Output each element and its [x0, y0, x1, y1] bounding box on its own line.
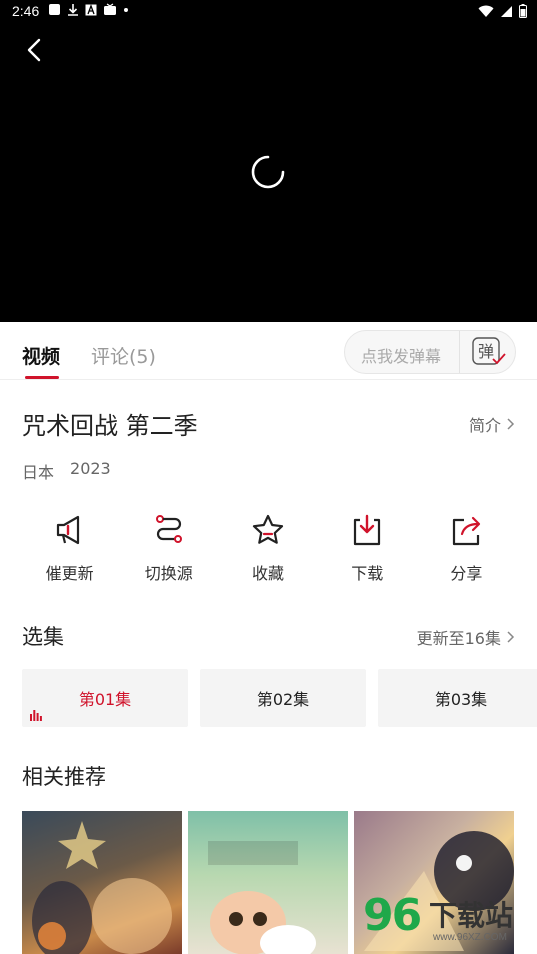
signal-icon [500, 5, 513, 22]
action-label: 催更新 [45, 564, 94, 583]
star-icon [252, 514, 284, 544]
action-label: 切换源 [144, 564, 193, 583]
tv-icon [103, 3, 117, 16]
a-icon [85, 3, 97, 16]
episode-label: 第03集 [434, 690, 488, 709]
episode-item[interactable]: 第01集 [22, 669, 188, 727]
chevron-right-icon [507, 418, 515, 430]
switch-source-icon [155, 515, 182, 543]
battery-icon [519, 4, 527, 22]
dot-icon [123, 7, 129, 13]
danmu-toggle-button[interactable]: 弹 [471, 337, 507, 367]
episode-list: 第01集 第02集 第03集 [22, 669, 537, 727]
watermark-url: www.96XZ.COM [433, 932, 507, 943]
episode-item[interactable]: 第03集 [378, 669, 537, 727]
danmu-input[interactable]: 点我发弹幕 [361, 343, 441, 367]
show-meta: 日本 2023 [22, 459, 111, 483]
update-status: 更新至16集 [416, 629, 501, 648]
show-year: 2023 [70, 459, 111, 478]
intro-label: 简介 [468, 416, 501, 435]
episodes-more-link[interactable]: 更新至16集 [417, 625, 515, 649]
tab-video[interactable]: 视频 [22, 342, 60, 369]
tab-active-indicator [25, 376, 59, 379]
switch-source-button[interactable]: 切换源 [119, 512, 218, 592]
chevron-left-icon [27, 38, 41, 62]
poster-art [208, 841, 316, 954]
recommend-list: 96 下载站 www.96XZ.COM [22, 811, 537, 954]
status-left-icons [48, 3, 129, 16]
share-button[interactable]: 分享 [417, 512, 516, 592]
action-label: 分享 [450, 564, 483, 583]
status-right-icons [478, 4, 527, 22]
spinner-icon [251, 155, 285, 189]
danmu-glyph: 弹 [478, 342, 494, 361]
recommend-poster[interactable] [188, 811, 348, 954]
intro-link[interactable]: 简介 [469, 412, 515, 436]
show-title: 咒术回战 第二季 [22, 412, 198, 440]
download-icon [354, 514, 381, 546]
megaphone-icon [56, 515, 79, 545]
download-icon [67, 3, 79, 16]
danmu-icon: 弹 [472, 337, 506, 365]
download-button[interactable]: 下载 [318, 512, 417, 592]
recommend-poster[interactable] [22, 811, 182, 954]
episodes-title: 选集 [22, 625, 64, 649]
status-time: 2:46 [12, 3, 40, 19]
chevron-right-icon [507, 631, 515, 643]
episode-label: 第02集 [256, 690, 310, 709]
tab-bar: 视频 评论(5) 点我发弹幕 弹 [0, 322, 537, 380]
tab-comments[interactable]: 评论(5) [91, 342, 156, 369]
episode-item[interactable]: 第02集 [200, 669, 366, 727]
episode-label: 第01集 [78, 690, 132, 709]
watermark-number: 96 [363, 890, 422, 941]
danmu-box: 点我发弹幕 弹 [344, 330, 516, 374]
poster-art [32, 821, 172, 954]
urge-update-button[interactable]: 催更新 [20, 512, 119, 592]
wifi-icon [478, 5, 494, 22]
recommend-title: 相关推荐 [22, 765, 106, 789]
watermark-text: 下载站 [429, 899, 514, 932]
action-row: 催更新 切换源 收藏 下载 分享 [20, 512, 516, 592]
site-watermark: 96 下载站 www.96XZ.COM [363, 890, 533, 950]
action-label: 下载 [351, 564, 384, 583]
app-icon [48, 3, 61, 16]
playing-bars-icon [30, 710, 42, 721]
back-button[interactable] [20, 36, 48, 64]
action-label: 收藏 [252, 564, 285, 583]
show-region: 日本 [22, 463, 55, 482]
video-player[interactable]: 2:46 [0, 0, 537, 322]
share-icon [453, 516, 481, 546]
danmu-divider [459, 331, 460, 373]
loading-spinner [250, 154, 286, 190]
favorite-button[interactable]: 收藏 [218, 512, 317, 592]
status-bar: 2:46 [0, 0, 537, 24]
